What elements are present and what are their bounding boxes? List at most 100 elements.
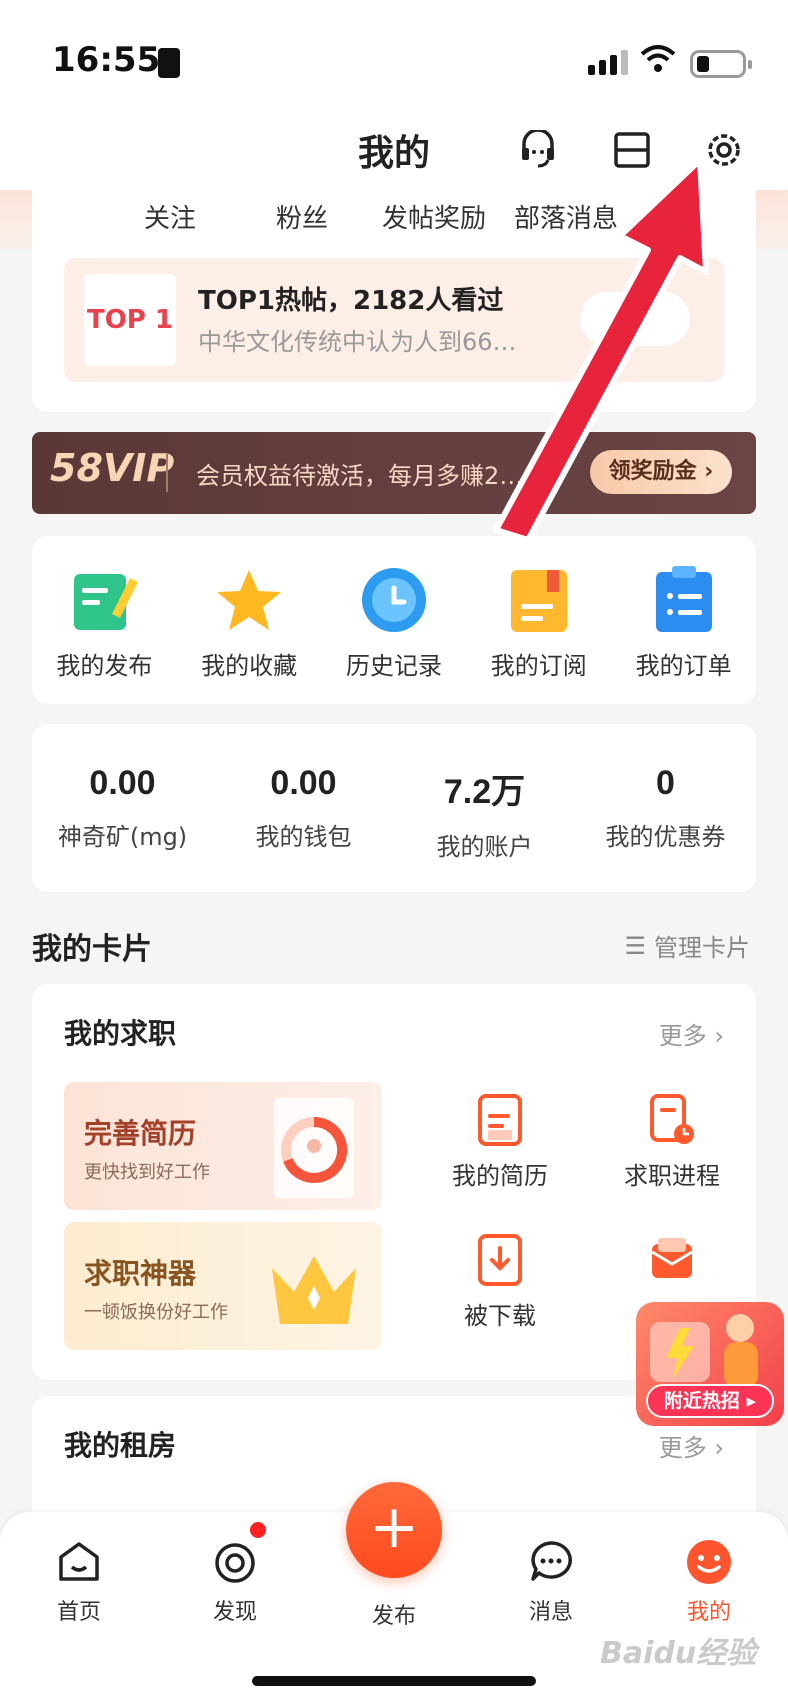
cellular-signal-icon	[588, 50, 628, 75]
note-pen-icon	[68, 564, 140, 636]
my-favorites-item[interactable]: 我的收藏	[184, 564, 314, 704]
tab-discover[interactable]: 发现	[180, 1538, 290, 1626]
nearby-jobs-float-ad[interactable]: 附近热招 ▸	[636, 1302, 784, 1426]
star-icon	[213, 564, 285, 636]
magic-ore-label: 神奇矿(mg)	[57, 823, 188, 851]
job-progress-item[interactable]: 求职进程	[592, 1094, 752, 1191]
view-button[interactable]: 看	[580, 292, 690, 346]
my-wallet-item[interactable]: 0.00 我的钱包	[219, 764, 389, 892]
magic-ore-value: 0.00	[89, 764, 156, 802]
clipboard-list-icon	[648, 564, 720, 636]
my-account-label: 我的账户	[436, 833, 533, 861]
history-item[interactable]: 历史记录	[329, 564, 459, 704]
hot-post-title: TOP1热帖，2182人看过	[198, 286, 504, 316]
tab-me-label: 我的	[686, 1600, 731, 1625]
wallet-card: 0.00 神奇矿(mg) 0.00 我的钱包 7.2万 我的账户 0 我的优惠券	[32, 724, 756, 892]
downloaded-label: 被下载	[464, 1302, 536, 1330]
quick-actions-card: 我的发布 我的收藏 历史记录 我的订阅 我的订单	[32, 536, 756, 704]
my-wallet-value: 0.00	[270, 764, 337, 802]
hot-post-banner[interactable]: TOP 1 TOP1热帖，2182人看过 中华文化传统中认为人到66… 看	[64, 258, 724, 382]
top-bar: 我的	[0, 110, 788, 190]
manage-cards-label: 管理卡片	[654, 934, 750, 962]
promo1-subtitle: 更快找到好工作	[84, 1162, 210, 1183]
battery-icon	[690, 50, 752, 78]
clock-icon	[358, 564, 430, 636]
book-icon	[503, 564, 575, 636]
my-resume-item[interactable]: 我的简历	[420, 1094, 580, 1191]
my-resume-label: 我的简历	[452, 1162, 548, 1190]
notification-dot	[250, 1522, 266, 1538]
my-subscriptions-item[interactable]: 我的订阅	[474, 564, 604, 704]
status-time: 16:55	[52, 40, 161, 80]
resume-progress-icon	[266, 1098, 362, 1198]
watermark: Baidu经验	[600, 1636, 757, 1671]
stat-following[interactable]: 关注	[104, 198, 236, 235]
magic-ore-item[interactable]: 0.00 神奇矿(mg)	[38, 764, 208, 892]
tab-publish[interactable]: 发布	[339, 1598, 449, 1630]
promo1-title: 完善简历	[84, 1117, 197, 1150]
my-orders-item[interactable]: 我的订单	[619, 564, 749, 704]
tab-discover-label: 发现	[212, 1600, 257, 1625]
tab-home[interactable]: 首页	[24, 1538, 134, 1626]
discover-icon	[211, 1538, 259, 1586]
my-wallet-label: 我的钱包	[255, 823, 352, 851]
publish-button[interactable]: +	[346, 1482, 442, 1578]
my-favorites-label: 我的收藏	[201, 652, 298, 680]
my-coupons-value: 0	[656, 764, 675, 802]
job-card-title: 我的求职	[64, 1017, 177, 1050]
lightning-figure-icon	[650, 1314, 758, 1388]
claim-reward-button[interactable]: 领奖励金 ›	[590, 450, 732, 494]
envelope-icon	[648, 1234, 696, 1286]
tab-messages[interactable]: 消息	[496, 1538, 606, 1626]
customer-service-icon[interactable]	[516, 128, 560, 172]
my-account-item[interactable]: 7.2万 我的账户	[400, 764, 570, 892]
home-icon	[55, 1538, 103, 1586]
history-label: 历史记录	[345, 652, 442, 680]
job-progress-label: 求职进程	[624, 1162, 720, 1190]
promo2-subtitle: 一顿饭换份好工作	[84, 1302, 228, 1323]
tab-me[interactable]: 我的	[654, 1538, 764, 1626]
downloaded-item[interactable]: 被下载	[420, 1234, 580, 1331]
stat-post-rewards[interactable]: 发帖奖励	[368, 198, 500, 235]
status-bar: 16:55	[0, 0, 788, 110]
my-coupons-item[interactable]: 0 我的优惠券	[581, 764, 751, 892]
manage-cards-link[interactable]: ☰ 管理卡片	[624, 928, 750, 963]
smiley-icon	[685, 1538, 733, 1586]
download-doc-icon	[476, 1234, 524, 1286]
promo2-title: 求职神器	[84, 1257, 197, 1290]
job-more-link[interactable]: 更多 ›	[659, 1016, 724, 1051]
stat-tribe-messages[interactable]: 部落消息	[500, 198, 632, 235]
progress-doc-icon	[648, 1094, 696, 1146]
rental-more-link[interactable]: 更多 ›	[659, 1428, 724, 1463]
scan-icon[interactable]	[610, 128, 654, 172]
top1-badge: TOP 1	[84, 274, 176, 366]
crown-icon	[266, 1238, 362, 1338]
wifi-icon	[640, 44, 676, 82]
settings-gear-icon[interactable]	[702, 128, 746, 172]
stat-fans[interactable]: 粉丝	[236, 198, 368, 235]
hot-post-subtitle: 中华文化传统中认为人到66…	[198, 328, 517, 356]
contact-icon	[158, 48, 180, 78]
vip-text: 会员权益待激活，每月多赚2…	[196, 462, 524, 490]
my-posts-item[interactable]: 我的发布	[39, 564, 169, 704]
vip-banner[interactable]: 58VIP 会员权益待激活，每月多赚2… 领奖励金 ›	[32, 432, 756, 514]
my-cards-title: 我的卡片	[32, 932, 152, 967]
job-tool-promo[interactable]: 求职神器 一顿饭换份好工作	[64, 1222, 382, 1350]
nearby-jobs-label: 附近热招 ▸	[646, 1384, 774, 1418]
tab-publish-label: 发布	[371, 1604, 416, 1629]
my-subscriptions-label: 我的订阅	[490, 652, 587, 680]
chat-bubble-icon	[527, 1538, 575, 1586]
rental-card-title: 我的租房	[64, 1429, 177, 1462]
profile-stats-row: 关注 粉丝 发帖奖励 部落消息	[104, 198, 632, 235]
my-posts-label: 我的发布	[56, 652, 153, 680]
my-orders-label: 我的订单	[635, 652, 732, 680]
my-account-value: 7.2万	[443, 773, 526, 811]
profile-card: 关注 粉丝 发帖奖励 部落消息 TOP 1 TOP1热帖，2182人看过 中华文…	[32, 190, 756, 412]
vip-divider	[166, 454, 168, 492]
home-indicator	[252, 1676, 536, 1686]
tab-messages-label: 消息	[528, 1600, 573, 1625]
complete-resume-promo[interactable]: 完善简历 更快找到好工作	[64, 1082, 382, 1210]
plus-icon: +	[368, 1492, 420, 1562]
list-icon: ☰	[624, 931, 646, 960]
resume-doc-icon	[476, 1094, 524, 1146]
